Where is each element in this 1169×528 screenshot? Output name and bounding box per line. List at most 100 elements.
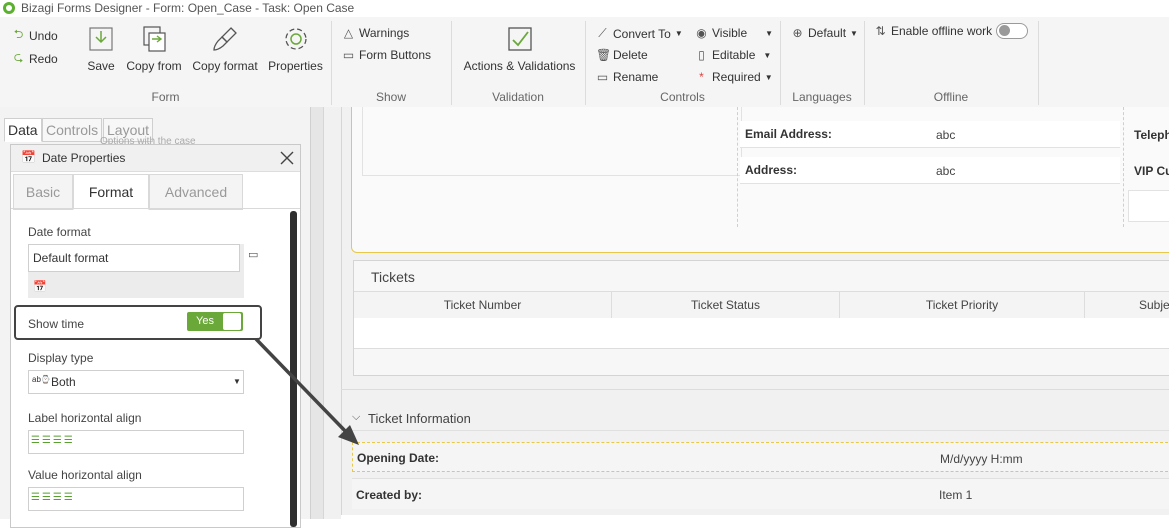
asterisk-icon: * [699,70,704,84]
label-align-control[interactable]: ☰☰☰☰ [28,430,244,454]
tab-data[interactable]: Data [4,118,42,142]
form-canvas: Email Address: abc Address: abc Teleph V… [311,107,1169,519]
column-header-subject[interactable]: Subje [1085,292,1169,318]
customer-info-container[interactable]: Email Address: abc Address: abc Teleph V… [351,107,1169,253]
telephone-label-partial: Teleph [1134,128,1169,142]
redo-button[interactable]: ⮎ Redo [12,48,58,69]
language-label: Default [808,26,847,40]
copy-format-label: Copy format [192,59,258,73]
tickets-title: Tickets [371,269,415,285]
visible-label: Visible [712,26,748,40]
trash-icon: 🗑 [596,48,612,62]
bottom-area [341,515,1169,519]
address-label: Address: [745,163,798,177]
group-offline-label: Offline [933,90,969,104]
visible-dropdown[interactable]: ◉ Visible ▼ [695,26,773,40]
email-row[interactable]: Email Address: abc [740,121,1120,148]
opening-date-row[interactable]: Opening Date: M/d/yyyy H:mm [352,442,1169,472]
edit-format-icon[interactable]: ▭ [248,248,258,261]
tickets-grid[interactable]: Tickets Ticket Number Ticket Status Tick… [353,260,1169,376]
globe-icon: ⊕ [792,26,803,40]
delete-label: Delete [613,48,648,62]
tab-advanced[interactable]: Advanced [149,174,243,210]
date-format-input[interactable]: Default format [28,244,240,272]
column-header-ticket-priority[interactable]: Ticket Priority [840,292,1085,318]
section-divider [341,389,1169,390]
tab-format[interactable]: Format [73,174,149,210]
edit-page-icon: ▯ [698,48,705,62]
partial-cell [1128,190,1169,222]
display-type-select[interactable]: ab⌚ Both ▼ [28,370,244,394]
column-header-ticket-number[interactable]: Ticket Number [354,292,612,318]
form-buttons-icon: ▭ [342,48,355,62]
title-bar: Bizagi Forms Designer - Form: Open_Case … [0,0,1169,18]
callout-highlight-box [14,305,262,340]
email-value: abc [936,128,956,142]
address-value: abc [936,164,956,178]
display-type-value: Both [51,375,76,389]
chevron-down-icon: ▼ [765,28,774,38]
tickets-empty-row [354,318,1169,349]
column-divider [737,107,739,227]
properties-button[interactable]: Properties [268,25,323,73]
paintbrush-icon [213,27,237,51]
align-buttons-icon[interactable]: ☰☰☰☰ [31,492,75,503]
chevron-down-icon: ▼ [674,29,683,38]
group-validation-label: Validation [492,90,544,104]
copy-from-button[interactable]: Copy from [126,25,182,73]
created-by-value: Item 1 [939,488,973,502]
chevron-down-icon: ▼ [850,28,858,38]
ticket-info-title[interactable]: Ticket Information [368,411,471,426]
rename-label: Rename [613,70,659,84]
save-icon [89,27,113,51]
align-buttons-icon[interactable]: ☰☰☰☰ [31,435,75,446]
save-button[interactable]: Save [86,25,116,73]
actions-validations-button[interactable]: Actions & Validations [462,25,577,73]
delete-button[interactable]: 🗑 Delete [596,48,648,62]
convert-to-button[interactable]: ⟋ Convert To ▼ [596,26,683,41]
group-languages-label: Languages [792,90,852,104]
chevron-down-icon[interactable]: ⌵ [352,411,360,424]
chevron-down-icon: ▼ [233,377,241,386]
checkbox-check-icon [507,27,532,51]
rename-icon: ▭ [596,70,609,84]
editable-dropdown[interactable]: ▯ Editable ▼ [695,48,771,62]
undo-button[interactable]: ⮌ Undo [12,25,58,46]
group-form-label: Form [151,90,180,104]
copy-from-label: Copy from [126,59,182,73]
group-controls-label: Controls [660,90,705,104]
rename-button[interactable]: ▭ Rename [596,70,659,84]
form-buttons-button[interactable]: ▭ Form Buttons [342,48,431,62]
warnings-button[interactable]: △ Warnings [342,26,409,40]
close-icon[interactable] [279,150,295,166]
opening-date-value: M/d/yyyy H:mm [940,452,1023,466]
dialog-title: Date Properties [42,151,126,165]
tab-controls[interactable]: Controls [42,118,103,142]
copy-format-button[interactable]: Copy format [192,25,258,73]
created-by-row[interactable]: Created by: Item 1 [352,478,1169,509]
window-title: Bizagi Forms Designer - Form: Open_Case … [21,1,355,15]
calendar-small-icon: 📅 [33,281,47,293]
bizagi-logo-icon [3,2,15,14]
date-format-label: Date format [28,225,91,239]
actions-validations-label: Actions & Validations [463,59,576,73]
enable-offline-toggle[interactable]: ⇅ Enable offline work [874,23,1029,39]
required-dropdown[interactable]: * Required ▼ [695,70,773,84]
value-align-control[interactable]: ☰☰☰☰ [28,487,244,511]
dialog-scrollbar[interactable] [290,211,297,527]
gear-icon [284,28,307,50]
ribbon: ⮌ Undo ⮎ Redo Save Copy from Copy format… [0,17,1169,108]
undo-icon: ⮌ [13,27,24,41]
display-type-label: Display type [28,351,94,365]
email-label: Email Address: [745,127,832,141]
redo-label: Redo [29,51,58,66]
column-header-ticket-status[interactable]: Ticket Status [612,292,840,318]
column-divider [1123,107,1125,227]
chevron-down-icon: ▼ [764,72,773,82]
tab-basic[interactable]: Basic [13,174,73,210]
convert-to-label: Convert To [613,26,671,41]
address-row[interactable]: Address: abc [740,157,1120,184]
offline-toggle-switch[interactable] [996,23,1029,39]
vip-label-partial: VIP Cu [1134,164,1169,178]
language-dropdown[interactable]: ⊕ Default ▼ [791,26,858,40]
